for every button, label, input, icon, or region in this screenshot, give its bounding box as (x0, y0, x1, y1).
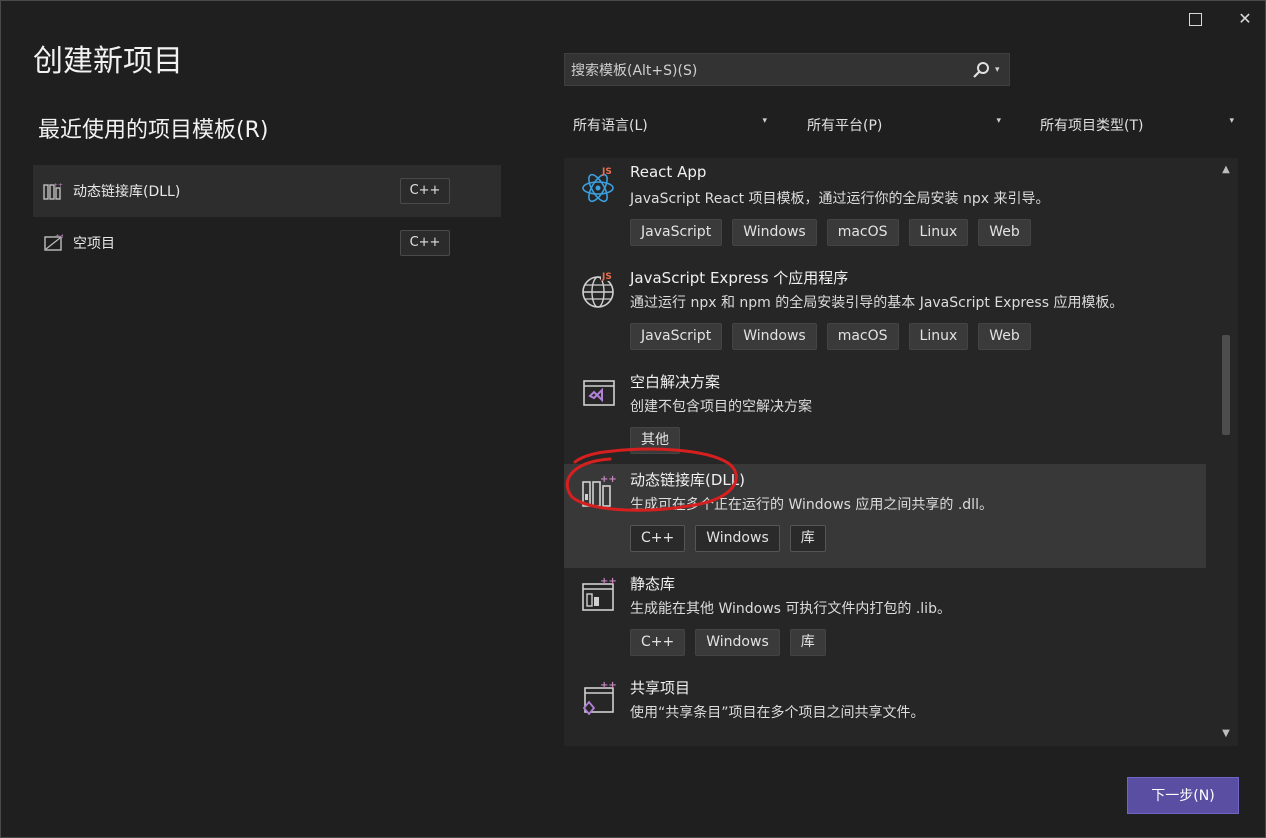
template-description: 创建不包含项目的空解决方案 (630, 399, 812, 415)
static-library-icon: ++ (582, 576, 617, 611)
chevron-down-icon: ▾ (1229, 116, 1234, 126)
tag: Windows (695, 525, 780, 552)
template-tags: JavaScript Windows macOS Linux Web (630, 323, 1031, 350)
template-description: 生成可在多个正在运行的 Windows 应用之间共享的 .dll。 (630, 497, 993, 513)
template-tags: C++ Windows 库 (630, 629, 826, 656)
tag: Linux (908, 219, 969, 246)
template-description: 使用“共享条目”项目在多个项目之间共享文件。 (630, 705, 925, 721)
filter-label: 所有项目类型(T) (1040, 118, 1144, 134)
template-name: 共享项目 (630, 679, 691, 697)
template-tags: 其他 (630, 427, 680, 454)
svg-text:++: ++ (600, 576, 617, 587)
maximize-icon (1188, 13, 1202, 26)
template-description: 生成能在其他 Windows 可执行文件内打包的 .lib。 (630, 601, 951, 617)
scrollbar-thumb[interactable] (1222, 335, 1230, 435)
search-icon[interactable] (969, 58, 993, 82)
svg-text:++: ++ (55, 233, 63, 240)
tag: Web (978, 219, 1031, 246)
template-list[interactable]: JS React App JavaScript React 项目模板，通过运行你… (564, 158, 1238, 746)
template-name: React App (630, 163, 707, 181)
template-item-dll[interactable]: ++ 动态链接库(DLL) 生成可在多个正在运行的 Windows 应用之间共享… (564, 464, 1206, 568)
filter-label: 所有平台(P) (807, 118, 883, 134)
recent-item-empty-project[interactable]: ++ 空项目 C++ (33, 217, 501, 269)
tag: macOS (826, 323, 899, 350)
svg-text:++: ++ (600, 680, 617, 691)
close-icon: ✕ (1238, 9, 1252, 28)
recent-item-dll[interactable]: ++ 动态链接库(DLL) C++ (33, 165, 501, 217)
template-item-javascript-express[interactable]: JS JavaScript Express 个应用程序 通过运行 npx 和 n… (564, 262, 1206, 366)
filter-platform[interactable]: 所有平台(P) ▾ (807, 112, 1001, 138)
scroll-up-icon[interactable]: ▲ (1220, 164, 1232, 176)
template-name: 动态链接库(DLL) (630, 471, 745, 489)
template-item-react-app[interactable]: JS React App JavaScript React 项目模板，通过运行你… (564, 158, 1206, 262)
template-name: JavaScript Express 个应用程序 (630, 269, 849, 287)
recent-item-tag: C++ (400, 230, 450, 256)
template-description: JavaScript React 项目模板，通过运行你的全局安装 npx 来引导… (630, 191, 1050, 207)
shared-project-icon: ++ (582, 680, 617, 716)
visual-studio-solution-icon (583, 380, 615, 406)
tag: Windows (695, 629, 780, 656)
template-description: 通过运行 npx 和 npm 的全局安装引导的基本 JavaScript Exp… (630, 295, 1124, 311)
filter-label: 所有语言(L) (573, 118, 648, 134)
tag: macOS (826, 219, 899, 246)
chevron-down-icon: ▾ (762, 116, 767, 126)
template-tags: JavaScript Windows macOS Linux Web (630, 219, 1031, 246)
tag: 库 (789, 525, 826, 552)
chevron-down-icon: ▾ (996, 116, 1001, 126)
svg-text:++: ++ (53, 182, 63, 189)
empty-project-icon: ++ (44, 233, 63, 251)
template-name: 空白解决方案 (630, 373, 721, 391)
tag: 库 (789, 629, 826, 656)
tag: Linux (908, 323, 969, 350)
scroll-down-icon[interactable]: ▼ (1220, 728, 1232, 740)
search-input[interactable]: 搜索模板(Alt+S)(S) (571, 60, 969, 80)
maximize-button[interactable] (1183, 8, 1207, 30)
template-search-box[interactable]: 搜索模板(Alt+S)(S) ▾ (564, 53, 1010, 86)
filter-project-type[interactable]: 所有项目类型(T) ▾ (1040, 112, 1234, 138)
tag: C++ (630, 525, 686, 552)
filter-language[interactable]: 所有语言(L) ▾ (573, 112, 767, 138)
tag: Windows (732, 323, 817, 350)
tag: JavaScript (630, 323, 723, 350)
template-item-blank-solution[interactable]: 空白解决方案 创建不包含项目的空解决方案 其他 (564, 366, 1206, 470)
svg-text:++: ++ (600, 474, 617, 485)
template-list-scrollbar[interactable]: ▲ ▼ (1216, 160, 1236, 744)
template-name: 静态库 (630, 575, 676, 593)
tag: Windows (732, 219, 817, 246)
close-button[interactable]: ✕ (1233, 8, 1257, 30)
react-icon: JS (582, 167, 614, 203)
template-item-shared-project[interactable]: ++ 共享项目 使用“共享条目”项目在多个项目之间共享文件。 (564, 672, 1206, 746)
svg-text:JS: JS (601, 167, 612, 177)
template-tags: C++ Windows 库 (630, 525, 826, 552)
chevron-down-icon[interactable]: ▾ (995, 65, 1005, 75)
tag: C++ (630, 629, 686, 656)
recent-templates-heading: 最近使用的项目模板(R) (38, 118, 269, 143)
svg-text:JS: JS (601, 272, 612, 282)
tag: Web (978, 323, 1031, 350)
tag: JavaScript (630, 219, 723, 246)
dll-library-icon: ++ (582, 474, 617, 507)
dll-project-icon: ++ (43, 182, 63, 200)
page-title: 创建新项目 (33, 44, 183, 79)
globe-js-icon: JS (582, 270, 616, 308)
template-item-static-library[interactable]: ++ 静态库 生成能在其他 Windows 可执行文件内打包的 .lib。 C+… (564, 568, 1206, 672)
next-button[interactable]: 下一步(N) (1127, 777, 1239, 814)
tag: 其他 (630, 427, 680, 454)
recent-item-tag: C++ (400, 178, 450, 204)
